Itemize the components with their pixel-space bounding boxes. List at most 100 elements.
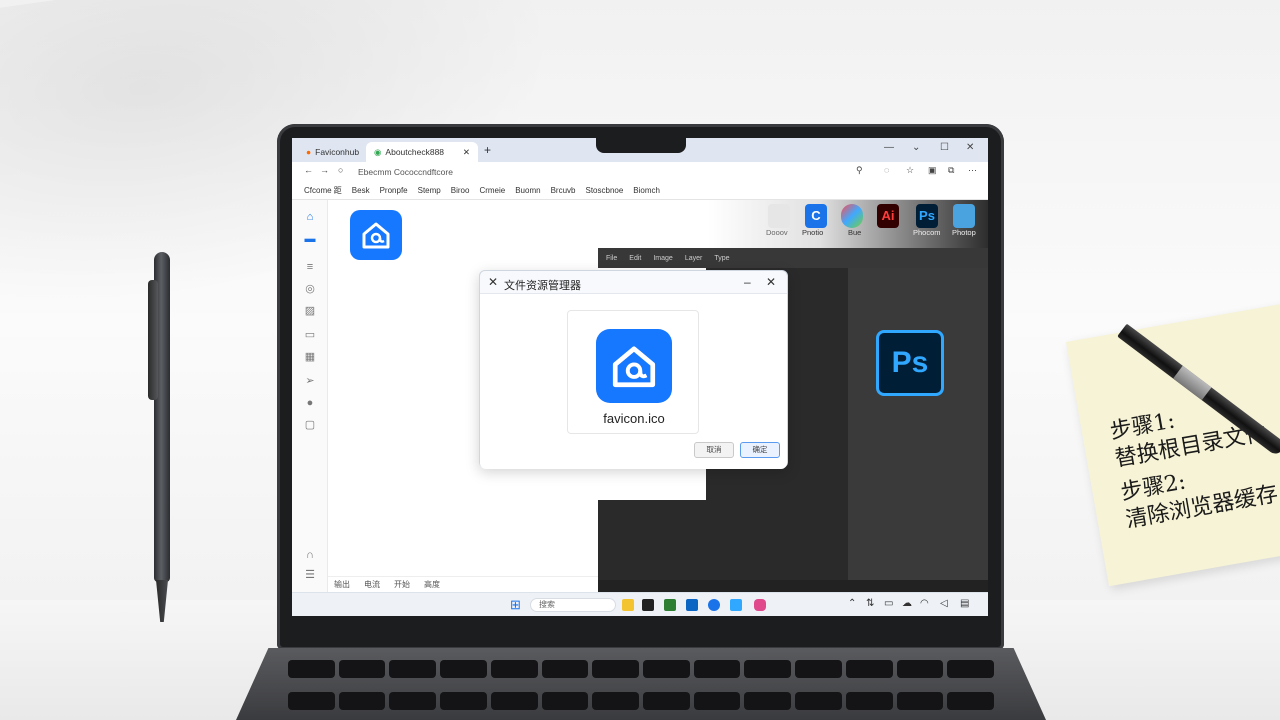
house-at-icon <box>612 346 656 388</box>
tab-active[interactable]: ◉ Aboutcheck888 ✕ <box>366 142 478 162</box>
menu-dots-icon[interactable]: ⋯ <box>968 165 977 176</box>
laptop-screen: ● Faviconhub ◉ Aboutcheck888 ✕ + — ⌄ ☐ ✕… <box>292 138 988 616</box>
photoshop-panel: Ps <box>848 268 988 592</box>
wifi-icon[interactable]: ◠ <box>920 598 929 609</box>
key <box>947 692 994 710</box>
refresh-icon[interactable]: ○ <box>338 165 343 175</box>
taskbar-search[interactable]: 搜索 <box>530 598 616 612</box>
photos-app-icon[interactable] <box>953 204 975 228</box>
file-item[interactable]: favicon.ico <box>567 310 699 434</box>
tab-faviconhub[interactable]: ● Faviconhub <box>298 142 368 162</box>
keyboard <box>288 660 994 720</box>
bookmark-item[interactable]: Cfcome 距 <box>304 185 342 196</box>
send-icon[interactable]: ➢ <box>303 374 317 388</box>
share-icon[interactable]: ⧉ <box>948 165 954 176</box>
collections-icon[interactable]: ▣ <box>928 165 937 176</box>
menu-item[interactable]: Image <box>653 255 672 262</box>
chevron-down-icon[interactable]: ⌄ <box>912 142 920 153</box>
site-logo <box>350 210 402 260</box>
pen-tip <box>156 580 168 622</box>
extension-icon[interactable]: ◌ <box>884 165 889 175</box>
key <box>845 692 893 710</box>
key <box>744 660 792 678</box>
menu-item[interactable]: Type <box>714 255 729 262</box>
store-icon[interactable] <box>664 599 676 611</box>
photoshop-footer <box>598 580 988 592</box>
windows-start-icon[interactable]: ⊞ <box>510 597 521 613</box>
tv-icon[interactable]: ▢ <box>303 418 317 432</box>
close-icon[interactable]: ✕ <box>488 275 498 289</box>
bookmark-item[interactable]: Buomn <box>515 186 540 195</box>
file-explorer-icon[interactable] <box>622 599 634 611</box>
palette-icon[interactable]: ● <box>303 396 317 410</box>
photoshop-taskbar-icon[interactable] <box>730 599 742 611</box>
grid-icon[interactable]: ▦ <box>303 350 317 364</box>
app-label: Dooov <box>766 228 788 237</box>
document-icon[interactable]: ≡ <box>303 260 317 274</box>
camera-app-icon[interactable] <box>754 599 766 611</box>
key <box>643 692 690 710</box>
menu-item[interactable]: Layer <box>685 255 703 262</box>
close-tab-icon[interactable]: ✕ <box>463 147 470 158</box>
bookmark-item[interactable]: Biroo <box>451 186 470 195</box>
c-app-icon[interactable]: C <box>805 204 827 228</box>
key <box>693 660 741 678</box>
key <box>440 692 487 710</box>
key <box>288 692 335 710</box>
bookmark-item[interactable]: Pronpfe <box>380 186 408 195</box>
maximize-button[interactable]: ☐ <box>940 142 949 153</box>
close-dialog-icon[interactable]: ✕ <box>766 275 776 289</box>
network-icon[interactable]: ⇅ <box>866 598 874 609</box>
illustrator-icon[interactable]: Ai <box>877 204 899 228</box>
ok-button[interactable]: 确定 <box>740 442 780 458</box>
key <box>693 692 741 710</box>
photoshop-icon[interactable]: Ps <box>916 204 938 228</box>
photoshop-logo: Ps <box>876 330 944 396</box>
settings-menu-icon[interactable]: ☰ <box>303 568 317 582</box>
bookmark-item[interactable]: Besk <box>352 186 370 195</box>
home-icon[interactable]: ⌂ <box>303 210 317 224</box>
cloud-icon[interactable]: ☁ <box>902 598 912 609</box>
status-item: 高度 <box>424 580 440 589</box>
search-icon[interactable]: ⚲ <box>856 165 863 176</box>
app-icon[interactable] <box>686 599 698 611</box>
key <box>389 692 437 710</box>
headset-icon[interactable]: ∩ <box>303 548 317 562</box>
menu-item[interactable]: File <box>606 255 617 262</box>
cancel-button[interactable]: 取消 <box>694 442 734 458</box>
address-input[interactable]: Ebecmm Cococcndftcore <box>358 165 858 179</box>
menu-item[interactable]: Edit <box>629 255 641 262</box>
color-app-icon[interactable] <box>841 204 863 228</box>
forward-arrow-icon[interactable]: → <box>320 165 329 175</box>
house-at-icon <box>362 222 390 249</box>
edge-icon[interactable] <box>708 599 720 611</box>
globe-icon[interactable]: ◎ <box>303 282 317 296</box>
doc-app-icon[interactable] <box>768 204 790 228</box>
volume-icon[interactable]: ◁ <box>940 598 948 609</box>
bookmark-item[interactable]: Stoscbnoe <box>585 186 623 195</box>
minimize-icon[interactable]: – <box>744 275 751 289</box>
image-icon[interactable]: ▨ <box>303 304 317 318</box>
new-tab-button[interactable]: + <box>484 143 491 157</box>
terminal-icon[interactable] <box>642 599 654 611</box>
tab-label: Aboutcheck888 <box>385 147 445 157</box>
bookmark-item[interactable]: Crmeie <box>479 186 505 195</box>
folder-icon[interactable]: ▬ <box>303 232 317 246</box>
close-window-button[interactable]: ✕ <box>966 142 974 153</box>
favicon-file-icon <box>596 329 672 403</box>
file-explorer-dialog: ✕ 文件资源管理器 – ✕ favicon.ico 取消 确定 <box>479 270 788 469</box>
key <box>795 660 842 678</box>
bookmark-star-icon[interactable]: ☆ <box>906 165 914 176</box>
tab-favicon-icon: ◉ <box>374 146 382 157</box>
bookmark-item[interactable]: Stemp <box>418 186 441 195</box>
tab-label: Faviconhub <box>315 147 360 157</box>
minimize-button[interactable]: — <box>884 142 894 153</box>
chevron-up-icon[interactable]: ⌃ <box>848 598 856 609</box>
bookmark-item[interactable]: Brcuvb <box>551 186 576 195</box>
back-arrow-icon[interactable]: ← <box>304 165 313 175</box>
monitor-icon[interactable]: ▭ <box>303 328 317 342</box>
notification-icon[interactable]: ▤ <box>960 598 969 609</box>
key <box>744 692 792 710</box>
bookmark-item[interactable]: Biomch <box>633 186 660 195</box>
camera-notch <box>596 137 686 153</box>
